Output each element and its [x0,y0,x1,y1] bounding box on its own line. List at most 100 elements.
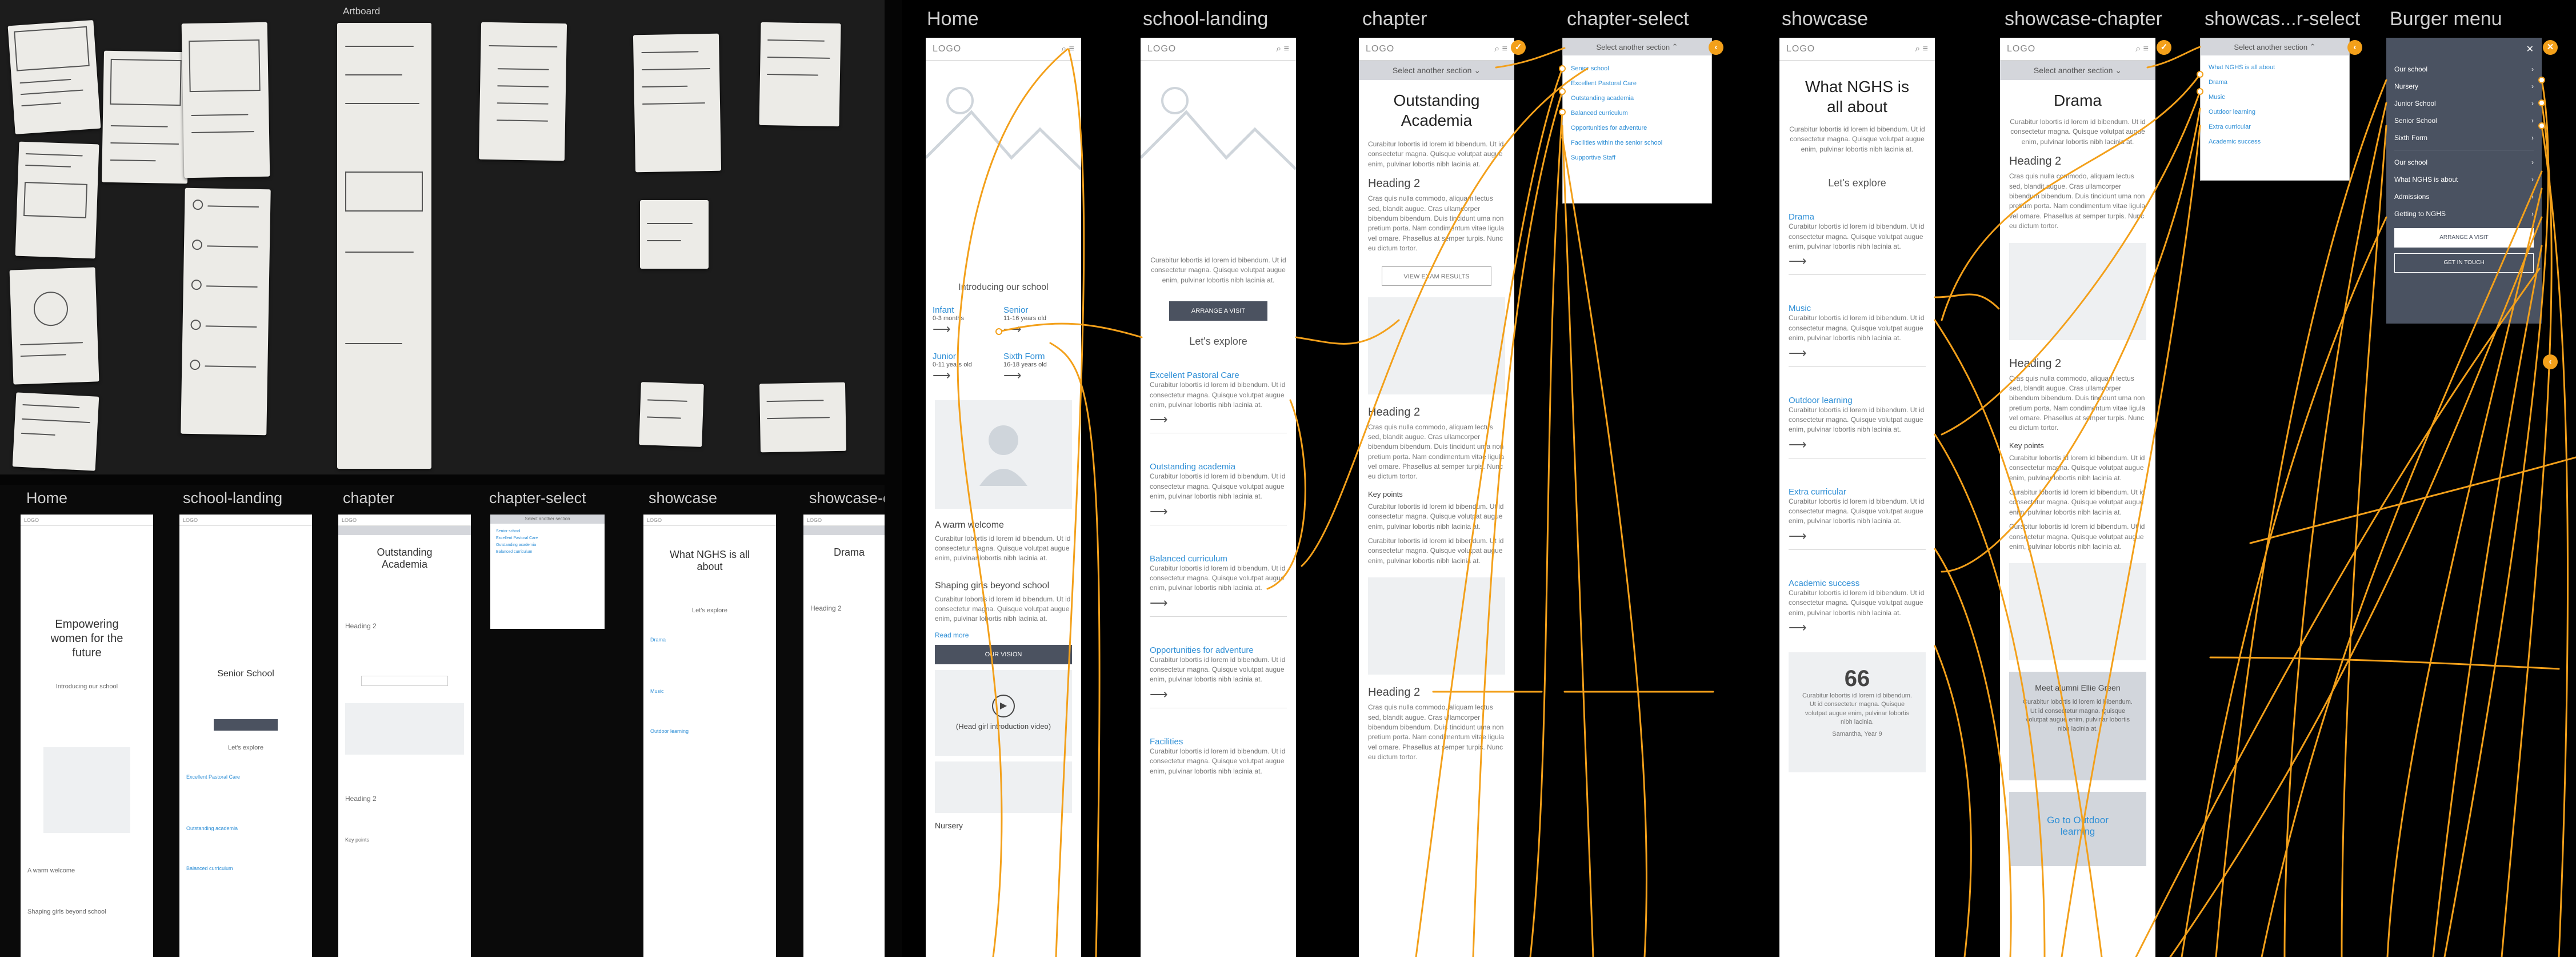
mountain-icon [926,87,1081,170]
select-option[interactable]: Supportive Staff [1563,150,1711,165]
menu-item[interactable]: Our school › [2386,154,2542,171]
menu-item[interactable]: What NGHS is about › [2386,171,2542,188]
mini-home[interactable]: LOGO Empowering women for the future Int… [21,515,153,957]
get-in-touch-button[interactable]: GET IN TOUCH [2394,253,2534,273]
select-option[interactable]: Opportunities for adventure [1563,121,1711,135]
screen-burger-menu[interactable]: ✕ Our school › Nursery › Junior School › Se… [2386,38,2542,324]
our-vision-button[interactable]: OUR VISION [935,644,1072,664]
search-menu-icon[interactable]: ⌕ ≡ [1494,44,1507,54]
menu-item[interactable]: Sixth Form › [2386,129,2542,146]
section-select[interactable]: Select another section ⌄ [2000,61,2155,80]
hotspot-badge[interactable]: ‹ [2347,40,2362,55]
hotspot-badge[interactable]: ✕ [2543,40,2558,55]
select-option[interactable]: Facilities within the senior school [1563,135,1711,150]
sketch-sheet [478,22,567,161]
select-option[interactable]: Academic success [2201,134,2349,149]
menu-item[interactable]: Getting to NGHS › [2386,205,2542,222]
screen-chapter[interactable]: LOGO ⌕ ≡ Select another section ⌄ Outstan… [1359,38,1514,957]
showcase-link[interactable]: Extra curricular [1789,487,1926,497]
header: LOGO ⌕ ≡ [1779,38,1935,61]
hotspot-badge[interactable]: ✓ [2157,40,2171,55]
read-more-link[interactable]: Read more [935,631,1072,639]
tile-senior[interactable]: Senior 11-16 years old ⟶ [1003,305,1074,337]
hotspot-badge[interactable]: ‹ [1709,40,1723,55]
sketch-sheet [181,22,270,178]
next-chapter-link[interactable]: Go to Outdoor learning [2009,792,2146,867]
sketch-sheet [7,19,101,135]
screen-home[interactable]: LOGO⌕ ≡ Empowering women for the future … [926,38,1081,957]
showcase-link[interactable]: Drama [1789,212,1926,222]
screen-label: showcase-chapter [2005,8,2162,30]
mini-label: showcase-c [809,489,885,507]
intro-heading: Introducing our school [958,282,1049,292]
select-option[interactable]: Outstanding academia [1563,91,1711,106]
select-header[interactable]: Select another section ⌃ [1563,38,1711,55]
select-option[interactable]: Music [2201,90,2349,105]
menu-item[interactable]: Nursery › [2386,78,2542,95]
quote-icon: 66 [1844,666,1870,692]
screen-showcase[interactable]: LOGO ⌕ ≡ What NGHS is all about Curabitur… [1779,38,1935,957]
sketch-sheet [639,382,704,447]
select-option[interactable]: Senior school [1563,61,1711,76]
arrange-visit-button[interactable]: ARRANGE A VISIT [1169,301,1267,321]
sketch-sheet [9,267,99,385]
sketch-sheet [759,382,847,453]
screen-label: showcase [1782,8,1869,30]
tile-junior[interactable]: Junior 0-11 years old ⟶ [933,352,1003,383]
search-menu-icon[interactable]: ⌕ ≡ [2135,44,2149,54]
explore-link[interactable]: Facilities [1150,737,1287,747]
select-option[interactable]: Extra curricular [2201,119,2349,134]
search-menu-icon[interactable]: ⌕ ≡ [1061,44,1074,54]
alumni-card[interactable]: Meet alumni Ellie Green Curabitur lobort… [2009,672,2146,781]
play-icon[interactable]: ▶ [992,695,1015,718]
select-option[interactable]: Drama [2201,75,2349,90]
showcase-link[interactable]: Music [1789,304,1926,313]
hotspot-badge[interactable]: ‹ [2543,354,2558,369]
video-placeholder[interactable]: ▶ (Head girl introduction video) [935,669,1072,756]
header: LOGO ⌕ ≡ [926,38,1081,61]
mini-label: Home [26,489,68,507]
quote-card: 66 Curabitur lobortis id lorem id bibend… [1789,652,1926,773]
menu-item[interactable]: Junior School › [2386,95,2542,112]
welcome-text: Curabitur lobortis id lorem id bibendum.… [935,534,1071,563]
section-select[interactable]: Select another section ⌄ [1359,61,1514,80]
hotspot-badge[interactable]: ✓ [1511,40,1526,55]
screen-label: showcas...r-select [2205,8,2361,30]
mini-school-landing[interactable]: LOGO Senior School Let's explore Excelle… [179,515,312,957]
select-option[interactable]: Excellent Pastoral Care [1563,76,1711,91]
select-option[interactable]: Balanced curriculum [1563,106,1711,121]
showcase-link[interactable]: Outdoor learning [1789,396,1926,405]
screen-school-landing[interactable]: LOGO⌕ ≡ Senior School Curabitur lobortis… [1141,38,1296,957]
select-option[interactable]: What NGHS is all about [2201,60,2349,75]
mini-chapter[interactable]: LOGO Outstanding Academia Heading 2 Head… [338,515,471,957]
screen-showcase-select[interactable]: Select another section ⌃ What NGHS is al… [2200,38,2350,181]
tile-infant[interactable]: Infant 0-3 months ⟶ [933,305,1003,337]
artboard-label: Artboard [343,6,381,17]
menu-item[interactable]: Senior School › [2386,112,2542,129]
select-header[interactable]: Select another section ⌃ [2201,38,2349,55]
showcase-link[interactable]: Academic success [1789,579,1926,588]
screen-showcase-chapter[interactable]: LOGO ⌕ ≡ Select another section ⌄ Drama C… [2000,38,2155,957]
menu-item[interactable]: Our school › [2386,61,2542,78]
mini-chapter-select[interactable]: Select another section Senior school Exc… [490,515,605,629]
view-exam-results-button[interactable]: VIEW EXAM RESULTS [1382,266,1491,286]
arrange-visit-button[interactable]: ARRANGE A VISIT [2394,228,2534,248]
page-title: Outstanding Academia [1393,91,1480,129]
mini-showcase[interactable]: LOGO What NGHS is all about Let's explor… [643,515,776,957]
close-icon[interactable]: ✕ [2386,38,2542,61]
explore-link[interactable]: Excellent Pastoral Care [1150,370,1287,380]
menu-item[interactable]: Admissions › [2386,188,2542,205]
select-option[interactable]: Outdoor learning [2201,105,2349,119]
explore-link[interactable]: Balanced curriculum [1150,554,1287,564]
image-placeholder [2009,242,2146,340]
explore-link[interactable]: Outstanding academia [1150,462,1287,472]
mini-showcase-chapter[interactable]: LOGO Drama Heading 2 [803,515,885,957]
screen-label: Burger menu [2390,8,2502,30]
screen-chapter-select[interactable]: Select another section ⌃ Senior school E… [1562,38,1712,204]
explore-link[interactable]: Opportunities for adventure [1150,645,1287,655]
search-menu-icon[interactable]: ⌕ ≡ [1915,44,1928,54]
image-placeholder [935,761,1072,813]
tile-sixth-form[interactable]: Sixth Form 16-18 years old ⟶ [1003,352,1074,383]
search-menu-icon[interactable]: ⌕ ≡ [1276,44,1289,54]
mountain-icon [1141,87,1296,170]
